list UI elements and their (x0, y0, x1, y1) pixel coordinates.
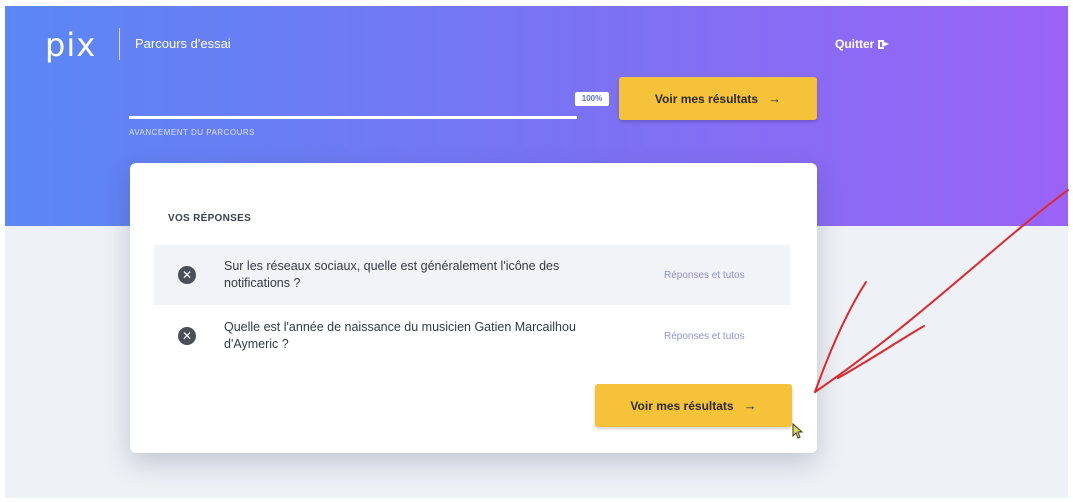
see-results-label: Voir mes résultats (654, 91, 759, 106)
see-results-button-top[interactable]: Voir mes résultats → (619, 77, 817, 120)
arrow-right-icon: → (768, 91, 782, 106)
quit-button[interactable]: Quitter (835, 37, 890, 51)
answer-row: ✕ Quelle est l'année de naissance du mus… (154, 306, 790, 366)
answers-tutorials-link[interactable]: Réponses et tutos (664, 270, 745, 281)
answers-card-title: VOS RÉPONSES (168, 213, 252, 224)
quit-label: Quitter (835, 37, 875, 51)
question-text: Quelle est l'année de naissance du music… (224, 320, 576, 351)
progress-value-badge: 100% (575, 92, 609, 106)
times-circle-icon: ✕ (178, 266, 196, 284)
arrow-right-icon: → (743, 398, 757, 413)
header-divider (119, 28, 120, 60)
answers-card: VOS RÉPONSES ✕ Sur les réseaux sociaux, … (130, 163, 817, 453)
progress-bar (129, 116, 577, 119)
times-circle-icon: ✕ (178, 327, 196, 345)
course-title: Parcours d'essai (135, 36, 231, 51)
answer-row: ✕ Sur les réseaux sociaux, quelle est gé… (154, 245, 790, 305)
answers-tutorials-link[interactable]: Réponses et tutos (664, 331, 745, 342)
app-frame: pix Parcours d'essai Quitter 100% AVANCE… (5, 6, 1068, 498)
sign-out-icon (878, 39, 890, 49)
see-results-label: Voir mes résultats (630, 398, 734, 413)
pix-logo[interactable]: pix (45, 26, 96, 64)
progress-fill (129, 116, 577, 119)
progress-caption: AVANCEMENT DU PARCOURS (129, 128, 255, 137)
question-text: Sur les réseaux sociaux, quelle est géné… (224, 259, 560, 290)
mouse-cursor-icon (792, 423, 804, 439)
see-results-button-bottom[interactable]: Voir mes résultats → (595, 384, 792, 427)
